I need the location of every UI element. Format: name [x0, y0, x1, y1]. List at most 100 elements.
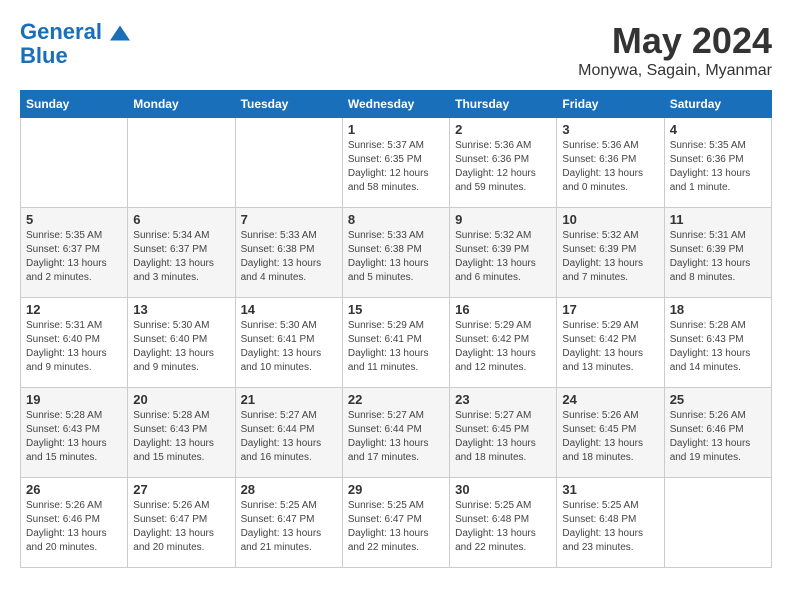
day-info: Sunrise: 5:32 AMSunset: 6:39 PMDaylight:… [455, 229, 551, 285]
calendar-week-3: 12 Sunrise: 5:31 AMSunset: 6:40 PMDayligh… [21, 298, 772, 388]
calendar-cell: 5 Sunrise: 5:35 AMSunset: 6:37 PMDaylight… [21, 208, 128, 298]
day-number: 3 [562, 122, 658, 137]
calendar-cell [664, 478, 771, 568]
day-info: Sunrise: 5:35 AMSunset: 6:37 PMDaylight:… [26, 229, 122, 285]
calendar-cell: 2 Sunrise: 5:36 AMSunset: 6:36 PMDaylight… [450, 118, 557, 208]
month-title: May 2024 [578, 20, 772, 62]
calendar-cell: 16Sunrise: 5:29 AMSunset: 6:42 PMDayligh… [450, 298, 557, 388]
day-number: 24 [562, 392, 658, 407]
calendar-cell: 31Sunrise: 5:25 AMSunset: 6:48 PMDayligh… [557, 478, 664, 568]
page-header: General Blue May 2024 Monywa, Sagain, My… [20, 20, 772, 80]
day-number: 23 [455, 392, 551, 407]
calendar-cell: 27 Sunrise: 5:26 AMSunset: 6:47 PMDayligh… [128, 478, 235, 568]
calendar-cell: 18 Sunrise: 5:28 AMSunset: 6:43 PMDayligh… [664, 298, 771, 388]
weekday-header-tuesday: Tuesday [235, 91, 342, 118]
calendar-cell: 13 Sunrise: 5:30 AMSunset: 6:40 PMDayligh… [128, 298, 235, 388]
logo-text: General Blue [20, 20, 130, 68]
calendar-cell: 9 Sunrise: 5:32 AMSunset: 6:39 PMDaylight… [450, 208, 557, 298]
calendar-body: 1 Sunrise: 5:37 AMSunset: 6:35 PMDaylight… [21, 118, 772, 568]
day-info: Sunrise: 5:37 AMSunset: 6:35 PMDaylight:… [348, 139, 444, 195]
day-info: Sunrise: 5:32 AMSunset: 6:39 PMDaylight:… [562, 229, 658, 285]
day-number: 30 [455, 482, 551, 497]
location: Monywa, Sagain, Myanmar [578, 62, 772, 80]
calendar-cell: 3Sunrise: 5:36 AMSunset: 6:36 PMDaylight… [557, 118, 664, 208]
calendar-cell: 15 Sunrise: 5:29 AMSunset: 6:41 PMDayligh… [342, 298, 449, 388]
day-number: 12 [26, 302, 122, 317]
calendar-week-2: 5 Sunrise: 5:35 AMSunset: 6:37 PMDaylight… [21, 208, 772, 298]
calendar-cell: 20Sunrise: 5:28 AMSunset: 6:43 PMDayligh… [128, 388, 235, 478]
day-number: 26 [26, 482, 122, 497]
day-info: Sunrise: 5:29 AMSunset: 6:42 PMDaylight:… [455, 319, 551, 375]
day-number: 21 [241, 392, 337, 407]
day-info: Sunrise: 5:34 AMSunset: 6:37 PMDaylight:… [133, 229, 229, 285]
day-number: 2 [455, 122, 551, 137]
day-number: 10 [562, 212, 658, 227]
day-info: Sunrise: 5:31 AMSunset: 6:40 PMDaylight:… [26, 319, 122, 375]
day-info: Sunrise: 5:25 AMSunset: 6:47 PMDaylight:… [348, 499, 444, 555]
calendar-week-4: 19 Sunrise: 5:28 AMSunset: 6:43 PMDayligh… [21, 388, 772, 478]
weekday-header-thursday: Thursday [450, 91, 557, 118]
weekday-header-sunday: Sunday [21, 91, 128, 118]
calendar-table: SundayMondayTuesdayWednesdayThursdayFrid… [20, 90, 772, 568]
calendar-cell: 11Sunrise: 5:31 AMSunset: 6:39 PMDayligh… [664, 208, 771, 298]
day-number: 1 [348, 122, 444, 137]
calendar-week-1: 1 Sunrise: 5:37 AMSunset: 6:35 PMDaylight… [21, 118, 772, 208]
calendar-cell: 29 Sunrise: 5:25 AMSunset: 6:47 PMDayligh… [342, 478, 449, 568]
calendar-cell [21, 118, 128, 208]
day-info: Sunrise: 5:33 AMSunset: 6:38 PMDaylight:… [348, 229, 444, 285]
weekday-header-wednesday: Wednesday [342, 91, 449, 118]
day-number: 13 [133, 302, 229, 317]
day-number: 19 [26, 392, 122, 407]
calendar-cell: 12 Sunrise: 5:31 AMSunset: 6:40 PMDayligh… [21, 298, 128, 388]
day-number: 29 [348, 482, 444, 497]
day-number: 22 [348, 392, 444, 407]
day-info: Sunrise: 5:26 AMSunset: 6:47 PMDaylight:… [133, 499, 229, 555]
day-number: 15 [348, 302, 444, 317]
calendar-cell: 24Sunrise: 5:26 AMSunset: 6:45 PMDayligh… [557, 388, 664, 478]
title-block: May 2024 Monywa, Sagain, Myanmar [578, 20, 772, 80]
day-number: 9 [455, 212, 551, 227]
calendar-cell: 22 Sunrise: 5:27 AMSunset: 6:44 PMDayligh… [342, 388, 449, 478]
day-info: Sunrise: 5:28 AMSunset: 6:43 PMDaylight:… [670, 319, 766, 375]
calendar-cell: 19 Sunrise: 5:28 AMSunset: 6:43 PMDayligh… [21, 388, 128, 478]
weekday-header-friday: Friday [557, 91, 664, 118]
day-number: 7 [241, 212, 337, 227]
day-number: 25 [670, 392, 766, 407]
day-info: Sunrise: 5:35 AMSunset: 6:36 PMDaylight:… [670, 139, 766, 195]
day-info: Sunrise: 5:28 AMSunset: 6:43 PMDaylight:… [133, 409, 229, 465]
weekday-header-row: SundayMondayTuesdayWednesdayThursdayFrid… [21, 91, 772, 118]
day-info: Sunrise: 5:25 AMSunset: 6:48 PMDaylight:… [562, 499, 658, 555]
day-info: Sunrise: 5:27 AMSunset: 6:44 PMDaylight:… [348, 409, 444, 465]
calendar-cell: 21 Sunrise: 5:27 AMSunset: 6:44 PMDayligh… [235, 388, 342, 478]
day-info: Sunrise: 5:29 AMSunset: 6:41 PMDaylight:… [348, 319, 444, 375]
day-info: Sunrise: 5:25 AMSunset: 6:47 PMDaylight:… [241, 499, 337, 555]
day-number: 27 [133, 482, 229, 497]
day-info: Sunrise: 5:25 AMSunset: 6:48 PMDaylight:… [455, 499, 551, 555]
calendar-cell: 4Sunrise: 5:35 AMSunset: 6:36 PMDaylight… [664, 118, 771, 208]
day-info: Sunrise: 5:30 AMSunset: 6:41 PMDaylight:… [241, 319, 337, 375]
calendar-cell: 1 Sunrise: 5:37 AMSunset: 6:35 PMDaylight… [342, 118, 449, 208]
calendar-cell: 14 Sunrise: 5:30 AMSunset: 6:41 PMDayligh… [235, 298, 342, 388]
day-info: Sunrise: 5:29 AMSunset: 6:42 PMDaylight:… [562, 319, 658, 375]
day-info: Sunrise: 5:30 AMSunset: 6:40 PMDaylight:… [133, 319, 229, 375]
day-info: Sunrise: 5:28 AMSunset: 6:43 PMDaylight:… [26, 409, 122, 465]
day-info: Sunrise: 5:26 AMSunset: 6:46 PMDaylight:… [670, 409, 766, 465]
day-number: 28 [241, 482, 337, 497]
day-number: 18 [670, 302, 766, 317]
calendar-cell: 17Sunrise: 5:29 AMSunset: 6:42 PMDayligh… [557, 298, 664, 388]
day-info: Sunrise: 5:27 AMSunset: 6:44 PMDaylight:… [241, 409, 337, 465]
day-number: 6 [133, 212, 229, 227]
calendar-cell: 6 Sunrise: 5:34 AMSunset: 6:37 PMDaylight… [128, 208, 235, 298]
weekday-header-saturday: Saturday [664, 91, 771, 118]
calendar-cell: 8Sunrise: 5:33 AMSunset: 6:38 PMDaylight… [342, 208, 449, 298]
calendar-cell: 25 Sunrise: 5:26 AMSunset: 6:46 PMDayligh… [664, 388, 771, 478]
calendar-cell: 30 Sunrise: 5:25 AMSunset: 6:48 PMDayligh… [450, 478, 557, 568]
day-info: Sunrise: 5:33 AMSunset: 6:38 PMDaylight:… [241, 229, 337, 285]
day-info: Sunrise: 5:27 AMSunset: 6:45 PMDaylight:… [455, 409, 551, 465]
day-info: Sunrise: 5:36 AMSunset: 6:36 PMDaylight:… [455, 139, 551, 195]
day-info: Sunrise: 5:26 AMSunset: 6:46 PMDaylight:… [26, 499, 122, 555]
day-number: 5 [26, 212, 122, 227]
day-info: Sunrise: 5:31 AMSunset: 6:39 PMDaylight:… [670, 229, 766, 285]
calendar-cell: 23 Sunrise: 5:27 AMSunset: 6:45 PMDayligh… [450, 388, 557, 478]
day-number: 14 [241, 302, 337, 317]
